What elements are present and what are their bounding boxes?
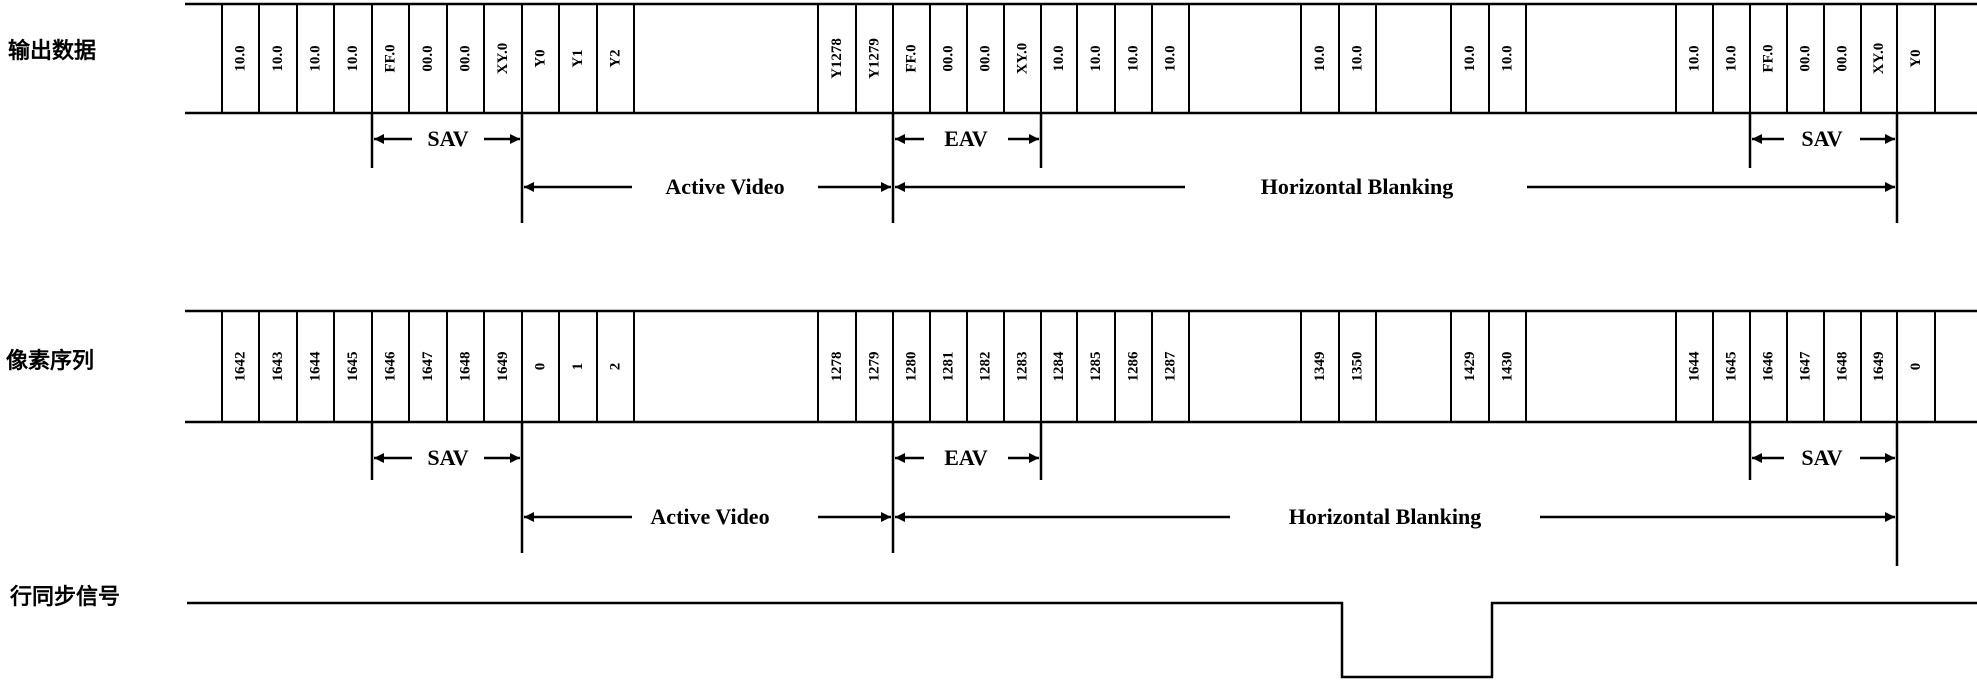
- pixel-sequence-cell: 1430: [1500, 352, 1516, 382]
- output-data-cell: 00.0: [941, 45, 957, 71]
- output-data-cell: Y0: [1908, 49, 1924, 67]
- output-data-cell: XY.0: [1871, 43, 1887, 75]
- pixel-sequence-cell: 1647: [420, 351, 436, 382]
- hsync-waveform: [187, 601, 1977, 679]
- pixel-sequence-cell: 1648: [1835, 352, 1851, 382]
- output-data-cell: 00.0: [1798, 45, 1814, 71]
- pixel-sequence-cell: 1284: [1051, 351, 1067, 382]
- row-label-hsync: 行同步信号: [9, 584, 120, 610]
- horizontal-blanking-label: Horizontal Blanking: [1261, 174, 1454, 199]
- pixel-sequence-cell: 1280: [904, 352, 920, 382]
- output-data-cell: XY.0: [495, 43, 511, 75]
- pixel-sequence-cell: 1281: [941, 352, 957, 382]
- output-data-cell: 10.0: [1350, 45, 1366, 71]
- sav-right-label: SAV: [1801, 126, 1842, 151]
- output-data-cell: 10.0: [1500, 45, 1516, 71]
- output-data-cell: 10.0: [1088, 45, 1104, 71]
- pixel-sequence-cell: 1283: [1015, 352, 1031, 382]
- output-data-cell: 10.0: [1462, 45, 1478, 71]
- sav-left-label: SAV: [427, 126, 468, 151]
- pixel-sequence-cell: 1646: [383, 351, 399, 382]
- output-data-cell: 10.0: [308, 45, 324, 71]
- pixel-sequence-cell: 1643: [270, 352, 286, 382]
- sav-right-label-2: SAV: [1801, 445, 1842, 470]
- pixel-sequence-cell: 1: [570, 363, 586, 371]
- output-data-cell: FF.0: [904, 44, 920, 72]
- pixel-sequence-cell: 0: [1908, 363, 1924, 371]
- row-label-output-data: 输出数据: [8, 38, 96, 64]
- output-data-cell: 00.0: [458, 45, 474, 71]
- pixel-sequence-cell: 1278: [829, 352, 845, 382]
- pixel-sequence-cell: 1642: [233, 352, 249, 382]
- pixel-sequence-cell: 1645: [1724, 352, 1740, 382]
- row2-annotations: [370, 422, 1899, 566]
- pixel-sequence-cell: 1279: [867, 352, 883, 382]
- output-data-cell: 10.0: [1687, 45, 1703, 71]
- output-data-cell: Y0: [533, 49, 549, 67]
- pixel-sequence-cell: 1645: [345, 352, 361, 382]
- output-data-cell: 10.0: [270, 45, 286, 71]
- output-data-cell: Y1: [570, 49, 586, 67]
- pixel-sequence-cell: 1349: [1312, 352, 1328, 382]
- output-data-cell: 10.0: [233, 45, 249, 71]
- pixel-sequence-row: 1642 1643 1644 1645 1646 1647 1648 1649 0 1 2 1278 1…: [185, 309, 1977, 424]
- active-video-label: Active Video: [665, 174, 784, 199]
- active-video-label-2: Active Video: [650, 504, 769, 529]
- output-data-cell: FF.0: [383, 44, 399, 72]
- output-data-cell: 00.0: [978, 45, 994, 71]
- timing-diagram: 输出数据 像素序列 行同步信号 10.0 10.0 10.0 10.0 FF.0 00.0…: [6, 2, 1977, 679]
- pixel-sequence-cell: 1649: [1871, 352, 1887, 382]
- pixel-sequence-cell: 1285: [1088, 352, 1104, 382]
- output-data-cell: FF.0: [1761, 44, 1777, 72]
- output-data-cell: 00.0: [1835, 45, 1851, 71]
- horizontal-blanking-label-2: Horizontal Blanking: [1289, 504, 1482, 529]
- output-data-cell: Y1279: [867, 38, 883, 79]
- output-data-cell: 10.0: [1126, 45, 1142, 71]
- output-data-cell: 00.0: [420, 45, 436, 71]
- pixel-sequence-cell: 1282: [978, 352, 994, 382]
- pixel-sequence-cell: 1286: [1126, 351, 1142, 382]
- output-data-cell: Y2: [608, 49, 624, 67]
- output-data-cell: 10.0: [1051, 45, 1067, 71]
- output-data-cell: XY.0: [1015, 43, 1031, 75]
- row-label-pixel-sequence: 像素序列: [6, 348, 94, 374]
- pixel-sequence-cell: 1350: [1350, 352, 1366, 382]
- pixel-sequence-cell: 1429: [1462, 352, 1478, 382]
- output-data-cell: Y1278: [829, 38, 845, 79]
- output-data-cell: 10.0: [1312, 45, 1328, 71]
- eav-label: EAV: [944, 126, 988, 151]
- output-data-cell: 10.0: [1163, 45, 1179, 71]
- pixel-sequence-cell: 2: [608, 363, 624, 371]
- pixel-sequence-cell: 1287: [1163, 351, 1179, 382]
- row1-annotations: [370, 113, 1899, 223]
- pixel-sequence-cell: 1647: [1798, 351, 1814, 382]
- output-data-cell: 10.0: [345, 45, 361, 71]
- pixel-sequence-cell: 1649: [495, 352, 511, 382]
- pixel-sequence-cell: 1648: [458, 352, 474, 382]
- pixel-sequence-cell: 1644: [308, 351, 324, 382]
- pixel-sequence-cell: 1646: [1761, 351, 1777, 382]
- sav-left-label-2: SAV: [427, 445, 468, 470]
- pixel-sequence-cell: 1644: [1687, 351, 1703, 382]
- pixel-sequence-cell: 0: [533, 363, 549, 371]
- output-data-cell: 10.0: [1724, 45, 1740, 71]
- eav-label-2: EAV: [944, 445, 988, 470]
- output-data-row: 10.0 10.0 10.0 10.0 FF.0 00.0 00.0 XY.0 Y0 Y1 Y2 Y1…: [185, 2, 1977, 115]
